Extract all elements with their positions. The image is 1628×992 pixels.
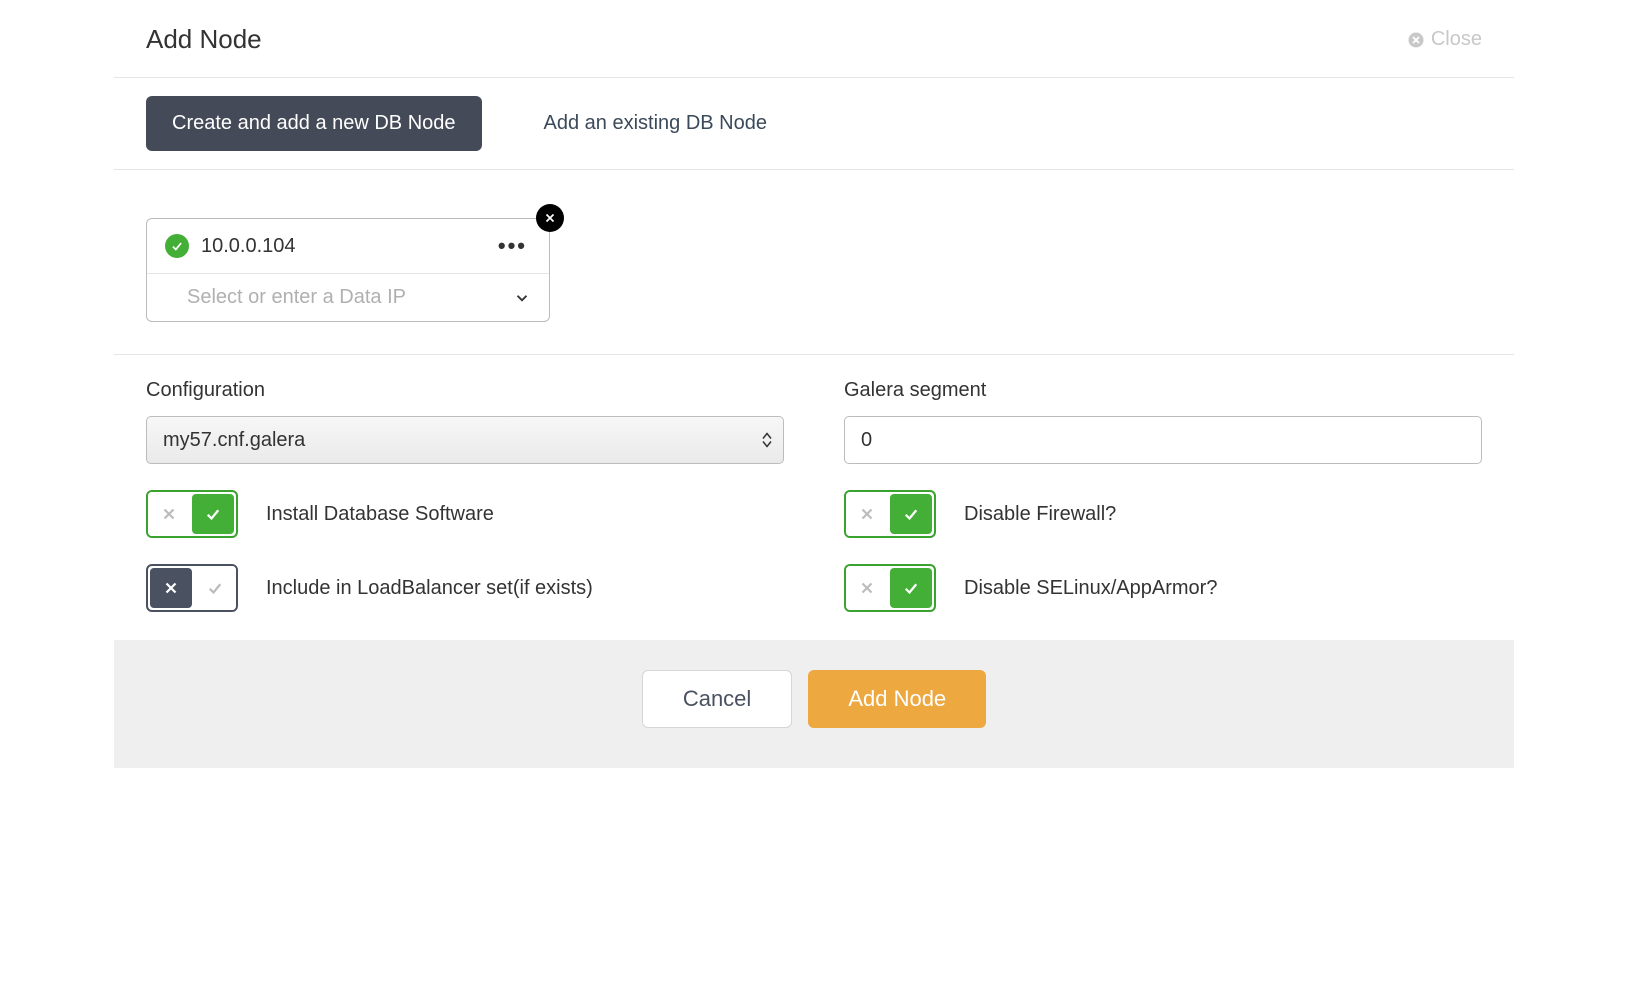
close-label: Close (1431, 28, 1482, 51)
toggle-disable-fw-row: Disable Firewall? (844, 490, 1482, 538)
toggle-off-side (148, 492, 190, 536)
close-circle-icon (1407, 31, 1425, 49)
toggle-install-db-row: Install Database Software (146, 490, 784, 538)
cancel-button[interactable]: Cancel (642, 670, 792, 728)
check-icon (206, 579, 224, 597)
check-icon (204, 505, 222, 523)
toggle-on-side (890, 568, 932, 608)
toggle-install-db-label: Install Database Software (266, 503, 494, 526)
add-node-button[interactable]: Add Node (808, 670, 986, 728)
toggle-off-side (846, 566, 888, 610)
modal-title: Add Node (146, 24, 262, 55)
modal-header: Add Node Close (114, 0, 1514, 78)
galera-segment-label: Galera segment (844, 379, 1482, 402)
toggle-on-side (192, 494, 234, 534)
remove-node-button[interactable] (536, 204, 564, 232)
chevron-down-icon[interactable] (513, 289, 531, 307)
tab-add-existing-db-node[interactable]: Add an existing DB Node (518, 96, 793, 151)
toggle-install-db[interactable] (146, 490, 238, 538)
toggle-on-side (890, 494, 932, 534)
configuration-label: Configuration (146, 379, 784, 402)
toggle-disable-selinux[interactable] (844, 564, 936, 612)
configuration-select[interactable]: my57.cnf.galera (146, 416, 784, 464)
toggle-include-lb-row: Include in LoadBalancer set(if exists) (146, 564, 784, 612)
node-section: 10.0.0.104 ••• (114, 170, 1514, 355)
check-icon (902, 579, 920, 597)
toggle-disable-selinux-label: Disable SELinux/AppArmor? (964, 577, 1217, 600)
x-icon (543, 211, 557, 225)
toggle-off-side (150, 568, 192, 608)
galera-segment-input[interactable] (844, 416, 1482, 464)
toggle-disable-firewall[interactable] (844, 490, 936, 538)
data-ip-input[interactable] (187, 286, 503, 309)
config-section: Configuration my57.cnf.galera Install Da… (114, 355, 1514, 640)
node-ip-value: 10.0.0.104 (201, 235, 482, 258)
configuration-select-wrap: my57.cnf.galera (146, 416, 784, 464)
add-node-modal: Add Node Close Create and add a new DB N… (114, 0, 1514, 768)
tab-create-new-db-node[interactable]: Create and add a new DB Node (146, 96, 482, 151)
close-button[interactable]: Close (1407, 28, 1482, 51)
more-options-button[interactable]: ••• (494, 233, 531, 259)
toggle-disable-selinux-row: Disable SELinux/AppArmor? (844, 564, 1482, 612)
x-icon (858, 505, 876, 523)
check-circle-icon (165, 234, 189, 258)
x-icon (162, 579, 180, 597)
check-icon (902, 505, 920, 523)
x-icon (858, 579, 876, 597)
toggle-include-lb[interactable] (146, 564, 238, 612)
config-right-column: Galera segment Disable Firewall? Disable… (844, 379, 1482, 612)
data-ip-row (147, 274, 549, 321)
config-left-column: Configuration my57.cnf.galera Install Da… (146, 379, 784, 612)
node-card: 10.0.0.104 ••• (146, 218, 550, 322)
toggle-on-side (194, 566, 236, 610)
modal-footer: Cancel Add Node (114, 640, 1514, 768)
tabs-row: Create and add a new DB Node Add an exis… (114, 78, 1514, 170)
x-icon (160, 505, 178, 523)
node-ip-row: 10.0.0.104 ••• (147, 219, 549, 274)
node-card-inner: 10.0.0.104 ••• (146, 218, 550, 322)
toggle-disable-fw-label: Disable Firewall? (964, 503, 1116, 526)
toggle-include-lb-label: Include in LoadBalancer set(if exists) (266, 577, 593, 600)
toggle-off-side (846, 492, 888, 536)
